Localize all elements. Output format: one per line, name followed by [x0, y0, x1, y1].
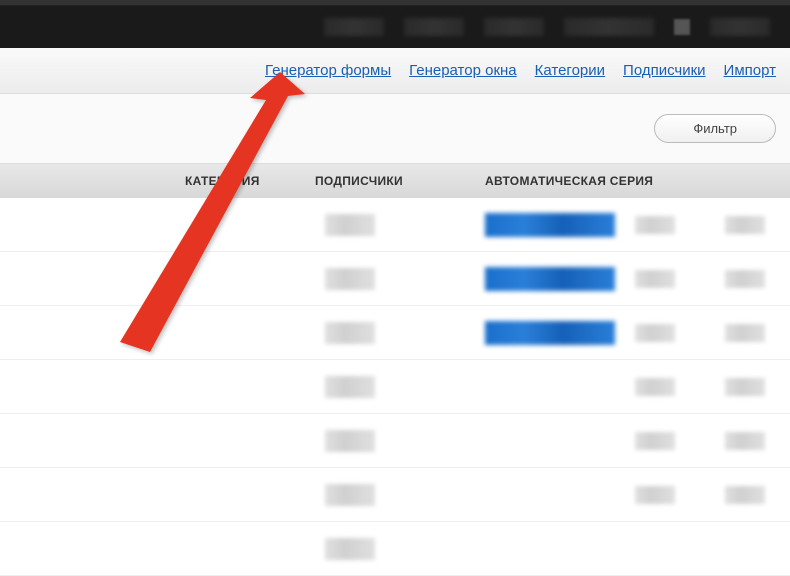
nav-link-import[interactable]: Импорт [724, 62, 776, 79]
blurred-cell [635, 432, 675, 450]
table-header-category: КАТЕГОРИЯ [185, 174, 315, 188]
filter-button[interactable]: Фильтр [654, 114, 776, 143]
table-body [0, 198, 790, 576]
header-blurred-item [324, 18, 384, 36]
blurred-cell [325, 430, 375, 452]
table-header-auto-series: АВТОМАТИЧЕСКАЯ СЕРИЯ [485, 174, 790, 188]
blurred-cell [635, 486, 675, 504]
blurred-cell [725, 324, 765, 342]
nav-link-window-generator[interactable]: Генератор окна [409, 62, 517, 79]
filter-bar: Фильтр [0, 94, 790, 164]
header-blurred-item [484, 18, 544, 36]
blurred-cell-blue [485, 321, 615, 345]
blurred-cell [635, 324, 675, 342]
table-header-subscribers: ПОДПИСЧИКИ [315, 174, 485, 188]
blurred-cell-blue [485, 213, 615, 237]
blurred-cell [635, 216, 675, 234]
blurred-cell [725, 486, 765, 504]
nav-link-categories[interactable]: Категории [535, 62, 605, 79]
app-header-dark [0, 6, 790, 48]
header-blurred-item [404, 18, 464, 36]
table-row [0, 360, 790, 414]
secondary-nav: Генератор формы Генератор окна Категории… [0, 48, 790, 94]
blurred-cell [325, 214, 375, 236]
table-row [0, 414, 790, 468]
blurred-cell [725, 270, 765, 288]
blurred-cell [725, 432, 765, 450]
blurred-cell [725, 216, 765, 234]
blurred-cell [325, 484, 375, 506]
header-blurred-item [564, 18, 654, 36]
table-row [0, 198, 790, 252]
blurred-cell [635, 270, 675, 288]
blurred-cell-blue [485, 267, 615, 291]
table-row [0, 252, 790, 306]
table-row [0, 522, 790, 576]
nav-link-form-generator[interactable]: Генератор формы [265, 62, 391, 79]
blurred-cell [635, 378, 675, 396]
table-header-row: КАТЕГОРИЯ ПОДПИСЧИКИ АВТОМАТИЧЕСКАЯ СЕРИ… [0, 164, 790, 198]
blurred-cell [325, 376, 375, 398]
nav-link-subscribers[interactable]: Подписчики [623, 62, 706, 79]
header-blurred-item [710, 18, 770, 36]
blurred-cell [325, 322, 375, 344]
blurred-cell [325, 268, 375, 290]
blurred-cell [725, 378, 765, 396]
header-blurred-accent [674, 19, 690, 35]
table-row [0, 468, 790, 522]
table-row [0, 306, 790, 360]
blurred-cell [325, 538, 375, 560]
